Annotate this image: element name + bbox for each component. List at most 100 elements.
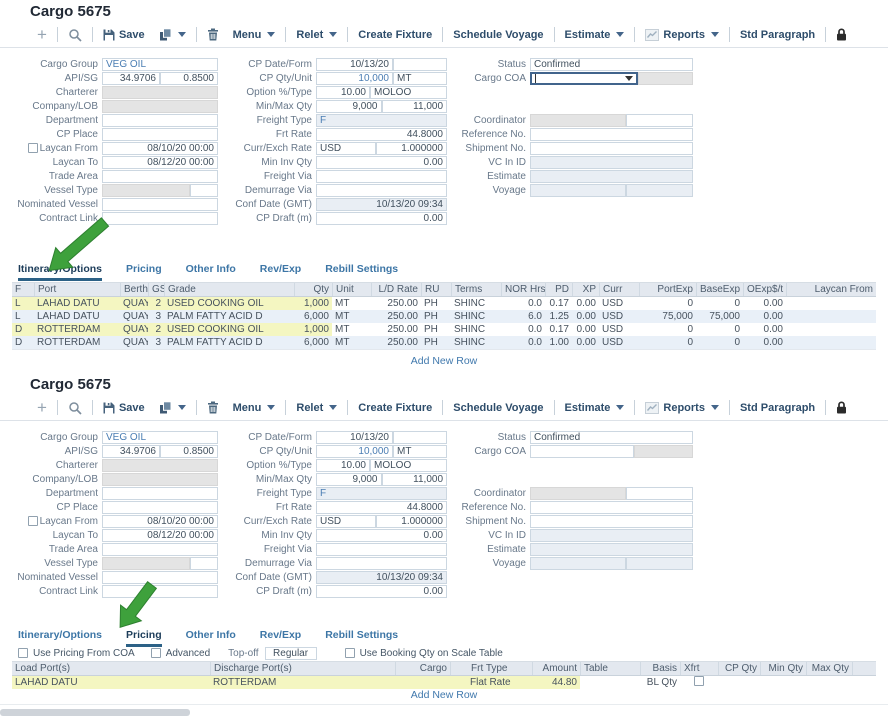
frt-rate-input[interactable]: 44.8000 [316, 128, 447, 141]
cell-gs[interactable]: 2 [148, 323, 164, 336]
std-paragraph-button[interactable]: Std Paragraph [740, 402, 815, 414]
cell-max-qty[interactable] [806, 676, 852, 689]
delete-button[interactable] [207, 401, 219, 414]
cell-xp[interactable]: 0.00 [572, 323, 599, 336]
copy-button[interactable] [159, 28, 186, 41]
cell-grade[interactable]: USED COOKING OIL [164, 323, 294, 336]
cell-baseexp[interactable]: 75,000 [696, 310, 743, 323]
cell-terms[interactable]: SHINC [451, 323, 501, 336]
cell-gs[interactable]: 3 [148, 310, 164, 323]
copy-button[interactable] [159, 401, 186, 414]
cell-item[interactable] [852, 676, 876, 689]
cell-terms[interactable]: SHINC [451, 336, 501, 349]
cell-qty[interactable]: 6,000 [294, 310, 332, 323]
add-new-row-link[interactable]: Add New Row [12, 355, 876, 367]
cell-baseexp[interactable]: 0 [696, 297, 743, 310]
xfrt-checkbox[interactable] [694, 676, 704, 686]
shipment-no-input[interactable] [530, 142, 693, 155]
curr-exch-rate-input[interactable]: 1.000000 [376, 515, 447, 528]
status-input[interactable]: Confirmed [530, 58, 693, 71]
tab-rev-exp[interactable]: Rev/Exp [260, 629, 301, 647]
contract-link-input[interactable] [102, 585, 218, 598]
min-max-qty-input[interactable]: 9,000 [316, 473, 382, 486]
cell-table[interactable] [580, 676, 640, 689]
cell-nor-hrs[interactable]: 0.0 [501, 297, 545, 310]
curr-exch-rate-input[interactable]: USD [316, 515, 376, 528]
freight-via-input[interactable] [316, 543, 447, 556]
cell-grade[interactable]: PALM FATTY ACID D [164, 310, 294, 323]
laycan-from-input[interactable]: 08/10/20 00:00 [102, 142, 218, 155]
contract-link-input[interactable] [102, 212, 218, 225]
laycan-from-checkbox[interactable] [28, 516, 38, 526]
reference-no-input[interactable] [530, 501, 693, 514]
laycan-to-input[interactable]: 08/12/20 00:00 [102, 156, 218, 169]
cell-oexp-t[interactable]: 0.00 [743, 310, 786, 323]
add-new-row-link[interactable]: Add New Row [12, 689, 876, 701]
cell-unit[interactable]: MT [332, 297, 371, 310]
new-button[interactable]: + [37, 28, 47, 41]
cell-grade[interactable]: USED COOKING OIL [164, 297, 294, 310]
tab-itinerary-options[interactable]: Itinerary/Options [18, 629, 102, 647]
cell-portexp[interactable]: 75,000 [639, 310, 696, 323]
cell-laycan-from[interactable] [786, 336, 876, 349]
cell-terms[interactable]: SHINC [451, 310, 501, 323]
use-booking-qty-label[interactable]: Use Booking Qty on Scale Table [360, 648, 503, 659]
relet-button[interactable]: Relet [296, 402, 337, 414]
cell-grade[interactable]: PALM FATTY ACID D [164, 336, 294, 349]
cell-berth[interactable]: QUAY [120, 310, 148, 323]
demurrage-via-input[interactable] [316, 557, 447, 570]
cell-baseexp[interactable]: 0 [696, 336, 743, 349]
cell-portexp[interactable]: 0 [639, 297, 696, 310]
cell-cargo[interactable] [395, 676, 450, 689]
cell-frt-type[interactable]: Flat Rate [450, 676, 532, 689]
cp-place-input[interactable] [102, 128, 218, 141]
cp-qty-unit-input[interactable]: 10,000 [316, 72, 393, 85]
cell-xp[interactable]: 0.00 [572, 310, 599, 323]
new-button[interactable]: + [37, 401, 47, 414]
schedule-voyage-button[interactable]: Schedule Voyage [453, 402, 543, 414]
cell-xfrt[interactable] [680, 676, 718, 689]
tab-other-info[interactable]: Other Info [186, 629, 236, 647]
freight-via-input[interactable] [316, 170, 447, 183]
option-type-input[interactable]: 10.00 [316, 459, 370, 472]
min-inv-qty-input[interactable]: 0.00 [316, 529, 447, 542]
tab-itinerary-options[interactable]: Itinerary/Options [18, 263, 102, 281]
cargo-group-input[interactable]: VEG OIL [102, 58, 218, 71]
top-off-input[interactable]: Regular [265, 647, 317, 660]
create-fixture-button[interactable]: Create Fixture [358, 29, 432, 41]
cell-curr[interactable]: USD [599, 323, 639, 336]
coordinator-input[interactable] [626, 487, 693, 500]
cell-pd[interactable]: 1.00 [545, 336, 572, 349]
cell-f[interactable]: D [12, 323, 34, 336]
use-pricing-from-coa-label[interactable]: Use Pricing From COA [33, 648, 135, 659]
cp-qty-unit-input[interactable]: MT [393, 445, 447, 458]
cell-terms[interactable]: SHINC [451, 297, 501, 310]
cell-ru[interactable]: PH [421, 336, 451, 349]
cell-unit[interactable]: MT [332, 323, 371, 336]
cell-discharge-port-s[interactable]: ROTTERDAM [210, 676, 395, 689]
cell-basis[interactable]: BL Qty [640, 676, 680, 689]
cell-port[interactable]: ROTTERDAM [34, 336, 120, 349]
cell-l-d-rate[interactable]: 250.00 [371, 323, 421, 336]
laycan-from-input[interactable]: 08/10/20 00:00 [102, 515, 218, 528]
nominated-vessel-input[interactable] [102, 198, 218, 211]
cell-unit[interactable]: MT [332, 336, 371, 349]
cell-cp-qty[interactable] [718, 676, 760, 689]
cell-berth[interactable]: QUAY [120, 297, 148, 310]
cell-l-d-rate[interactable]: 250.00 [371, 297, 421, 310]
api-sg-input[interactable]: 0.8500 [160, 445, 218, 458]
shipment-no-input[interactable] [530, 515, 693, 528]
cell-laycan-from[interactable] [786, 297, 876, 310]
cell-port[interactable]: LAHAD DATU [34, 310, 120, 323]
cargo-group-input[interactable]: VEG OIL [102, 431, 218, 444]
trade-area-input[interactable] [102, 170, 218, 183]
reference-no-input[interactable] [530, 128, 693, 141]
cell-load-port-s[interactable]: LAHAD DATU [12, 676, 210, 689]
cell-f[interactable]: L [12, 310, 34, 323]
cell-oexp-t[interactable]: 0.00 [743, 323, 786, 336]
tab-pricing[interactable]: Pricing [126, 629, 162, 647]
cell-pd[interactable]: 1.25 [545, 310, 572, 323]
cell-ru[interactable]: PH [421, 310, 451, 323]
schedule-voyage-button[interactable]: Schedule Voyage [453, 29, 543, 41]
tab-rebill-settings[interactable]: Rebill Settings [325, 263, 398, 281]
